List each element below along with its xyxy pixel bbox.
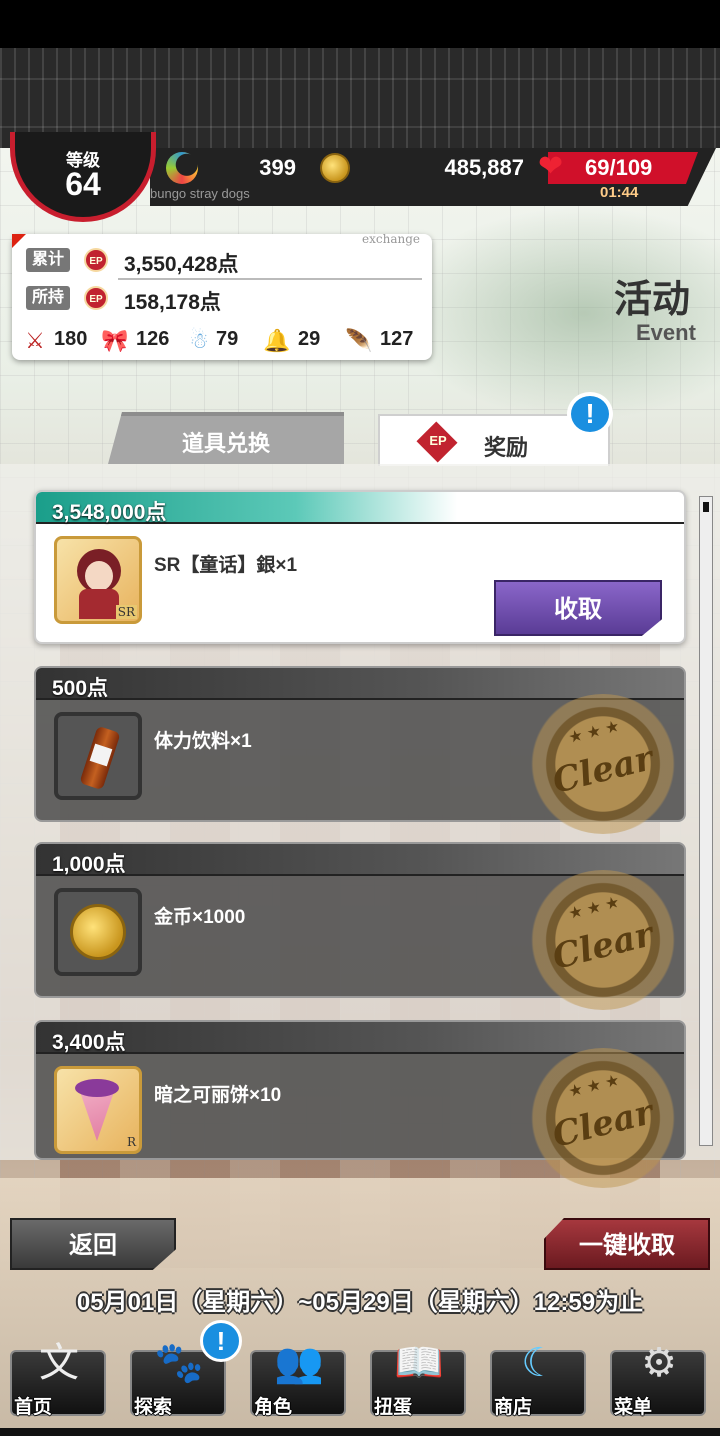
material-count: 180	[54, 328, 88, 350]
held-points-value: 158,178点	[124, 291, 221, 314]
notification-badge: !	[567, 392, 613, 436]
menu-gear-icon: ⚙	[641, 1341, 677, 1385]
nav-label: 首页	[14, 1397, 53, 1418]
page-title: 活动	[614, 279, 691, 321]
claim-all-button[interactable]: 一键收取	[544, 1218, 710, 1270]
nav-label: 角色	[254, 1397, 293, 1418]
energy-drink-icon	[54, 712, 142, 800]
reward-name: SR【童话】銀×1	[154, 555, 298, 576]
exchange-label: exchange	[362, 232, 420, 246]
level-value: 64	[65, 166, 101, 202]
character-card-icon: SR	[54, 536, 142, 624]
material-count: 127	[380, 328, 414, 350]
nav-label: 扭蛋	[374, 1397, 413, 1418]
ep-icon-label: EP	[429, 433, 447, 448]
reward-card: 3,548,000点 SR SR【童话】銀×1 收取	[34, 490, 686, 644]
reward-points: 500点	[52, 677, 109, 700]
bell-icon: 🔔	[263, 328, 291, 353]
reward-card: 3,400点 R 暗之可丽饼×10 ★ ★ ★ Clear	[34, 1020, 686, 1188]
stamina-timer: 01:44	[600, 184, 639, 201]
sword-icon: ⚔	[25, 328, 45, 353]
event-period: 05月01日（星期六）~05月29日（星期六）12:59为止	[76, 1289, 644, 1316]
reward-card: 500点 体力饮料×1 ★ ★ ★ Clear	[34, 666, 686, 834]
reward-name: 体力饮料×1	[154, 731, 252, 752]
nav-item-characters[interactable]: 👥 角色	[244, 1326, 354, 1422]
ribbon-icon: 🎀	[101, 328, 129, 353]
held-points-label: 所持	[26, 286, 71, 310]
crepe-icon: R	[54, 1066, 142, 1154]
reward-name: 暗之可丽饼×10	[154, 1085, 282, 1106]
points-divider	[118, 278, 422, 280]
moon-crystal-icon	[166, 152, 198, 184]
heart-icon: ❤	[538, 150, 564, 183]
gold-coin-icon	[54, 888, 142, 976]
total-points-label: 累计	[26, 248, 71, 272]
tab-rewards-label: 奖励	[484, 435, 529, 460]
nav-label: 探索	[134, 1397, 173, 1418]
home-icon: 文	[39, 1340, 79, 1386]
bottom-nav: 文 首页 🐾 探索 👥 角色 📖 扭蛋 ☾ 商店 ⚙ 菜单	[0, 1316, 720, 1426]
nav-label: 商店	[494, 1397, 533, 1418]
scrollbar-thumb[interactable]	[703, 502, 709, 512]
feather-icon: 🪶	[345, 328, 373, 353]
back-button[interactable]: 返回	[10, 1218, 176, 1270]
nav-label: 菜单	[614, 1397, 653, 1418]
nav-item-menu[interactable]: ⚙ 菜单	[604, 1326, 714, 1422]
gacha-icon: 📖	[394, 1341, 444, 1385]
bottom-strip	[0, 1428, 720, 1436]
nav-item-home[interactable]: 文 首页	[4, 1326, 114, 1422]
moon-crystal-count: 399	[259, 155, 296, 180]
total-points-value: 3,550,428点	[124, 253, 239, 276]
characters-icon: 👥	[274, 1341, 324, 1385]
material-count: 79	[216, 328, 239, 350]
nav-item-shop[interactable]: ☾ 商店	[484, 1326, 594, 1422]
coin-icon	[320, 153, 350, 183]
nav-item-gacha[interactable]: 📖 扭蛋	[364, 1326, 474, 1422]
stamina-value: 69/109	[585, 155, 653, 180]
tab-item-exchange[interactable]: 道具兑换	[108, 412, 344, 464]
reward-points: 3,400点	[52, 1031, 126, 1054]
shop-icon: ☾	[521, 1341, 557, 1385]
reward-points: 1,000点	[52, 853, 126, 876]
notification-badge: !	[200, 1320, 242, 1362]
material-count: 29	[298, 328, 321, 350]
reward-points: 3,548,000点	[52, 501, 167, 524]
top-black-bar	[0, 0, 720, 48]
snowman-icon: ☃	[189, 328, 209, 353]
scrollbar[interactable]	[699, 496, 713, 1146]
ep-icon: EP	[84, 248, 108, 272]
material-count: 126	[136, 328, 170, 350]
ep-icon: EP	[84, 286, 108, 310]
reward-card: 1,000点 金币×1000 ★ ★ ★ Clear	[34, 842, 686, 1010]
claim-button[interactable]: 收取	[494, 580, 662, 636]
page-subtitle: Event	[636, 320, 696, 345]
reward-name: 金币×1000	[154, 907, 246, 928]
coin-count: 485,887	[444, 155, 524, 180]
app-subtitle: bungo stray dogs	[150, 186, 250, 201]
